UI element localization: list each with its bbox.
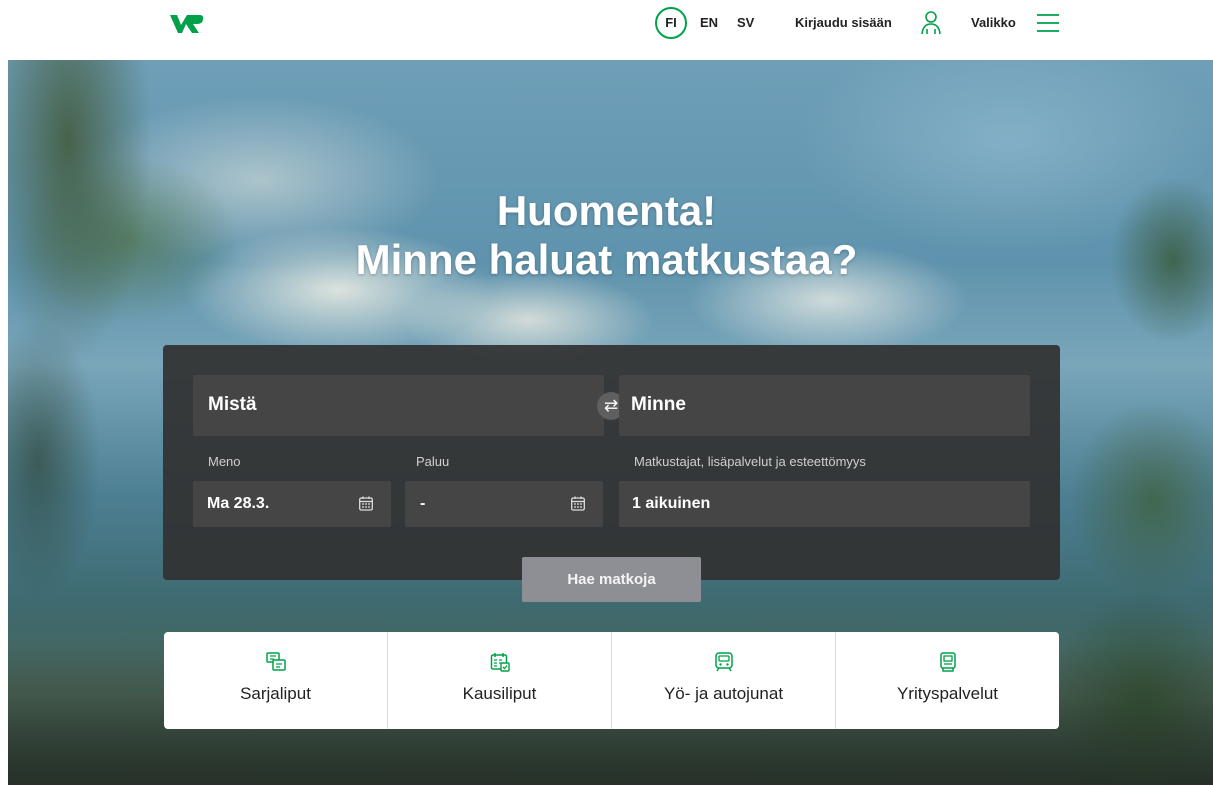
- hero-question: Minne haluat matkustaa?: [355, 236, 858, 283]
- departure-date-field[interactable]: Ma 28.3.: [193, 481, 391, 527]
- night-train-icon: [714, 652, 733, 672]
- season-ticket-icon: [490, 653, 510, 672]
- language-en-button[interactable]: EN: [700, 15, 718, 30]
- vr-logo[interactable]: [168, 12, 204, 36]
- quick-link-label: Sarjaliput: [240, 684, 311, 703]
- search-journeys-button[interactable]: Hae matkoja: [522, 557, 701, 602]
- user-icon[interactable]: [919, 10, 943, 36]
- from-placeholder: Mistä: [208, 394, 257, 415]
- return-date-value: -: [420, 495, 426, 512]
- calendar-icon[interactable]: [359, 496, 373, 511]
- menu-link[interactable]: Valikko: [971, 15, 1016, 30]
- business-icon: [939, 652, 956, 672]
- quick-links: Sarjaliput Kausiliput Yö- ja autojunat Y…: [164, 632, 1059, 729]
- hero-greeting: Huomenta!: [496, 187, 717, 234]
- travellers-field[interactable]: 1 aikuinen: [619, 481, 1030, 527]
- quick-link-label: Yrityspalvelut: [896, 684, 999, 703]
- from-station-input[interactable]: Mistä: [193, 375, 604, 436]
- travellers-value: 1 aikuinen: [632, 495, 711, 512]
- quick-link-sarjaliput[interactable]: Sarjaliput: [164, 632, 388, 729]
- quick-link-yo-ja-autojunat[interactable]: Yö- ja autojunat: [612, 632, 836, 729]
- login-link[interactable]: Kirjaudu sisään: [795, 15, 892, 30]
- departure-date-label: Meno: [208, 454, 241, 469]
- journey-search-panel: Mistä ⇄ Minne Meno Paluu Matkustajat, li…: [163, 345, 1060, 580]
- hamburger-menu-icon[interactable]: [1036, 11, 1060, 35]
- language-sv-button[interactable]: SV: [737, 15, 754, 30]
- departure-date-value: Ma 28.3.: [207, 495, 270, 512]
- multi-ticket-icon: [265, 652, 286, 671]
- quick-link-yrityspalvelut[interactable]: Yrityspalvelut: [836, 632, 1059, 729]
- to-station-input[interactable]: Minne: [619, 375, 1030, 436]
- return-date-label: Paluu: [416, 454, 450, 469]
- site-header: FI EN SV Kirjaudu sisään Valikko: [0, 0, 1213, 60]
- calendar-icon[interactable]: [571, 496, 585, 511]
- quick-link-label: Yö- ja autojunat: [663, 684, 784, 703]
- quick-link-label: Kausiliput: [462, 684, 537, 703]
- quick-link-kausiliput[interactable]: Kausiliput: [388, 632, 612, 729]
- language-fi-button[interactable]: FI: [655, 7, 687, 39]
- to-placeholder: Minne: [631, 394, 686, 415]
- travellers-label: Matkustajat, lisäpalvelut ja esteettömyy…: [634, 454, 866, 469]
- return-date-field[interactable]: -: [405, 481, 603, 527]
